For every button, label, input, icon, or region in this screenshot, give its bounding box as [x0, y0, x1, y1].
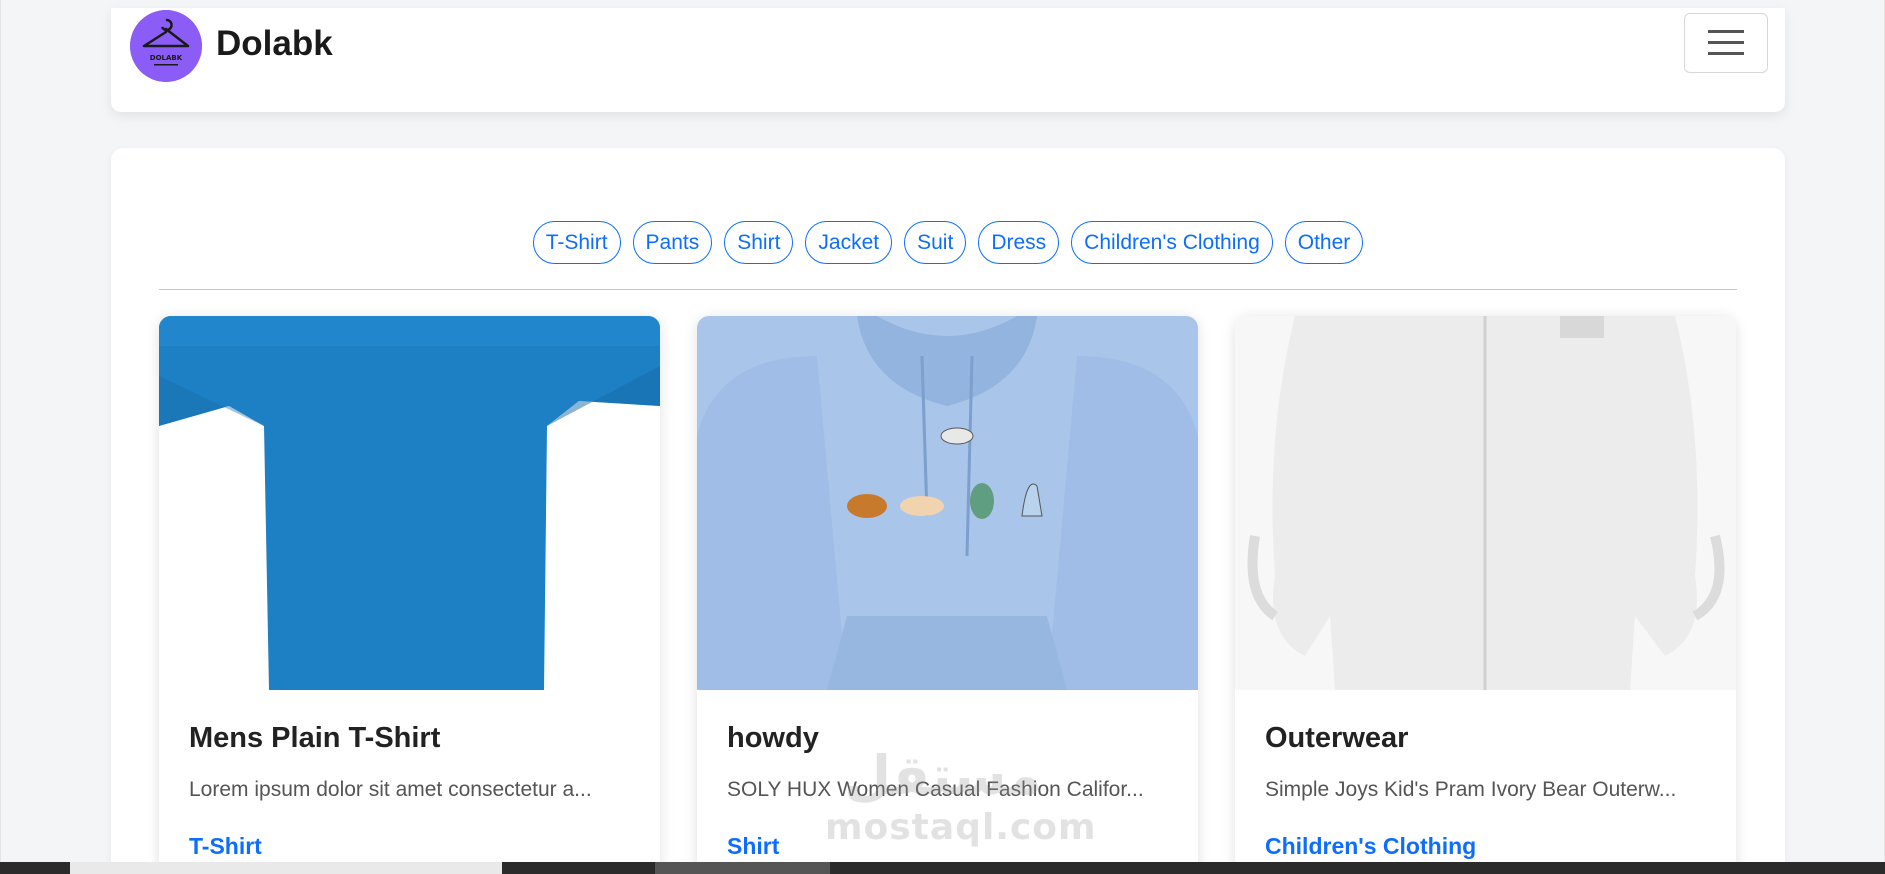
filter-suit[interactable]: Suit: [904, 221, 967, 264]
filter-tshirt[interactable]: T-Shirt: [532, 221, 621, 264]
filter-other[interactable]: Other: [1284, 221, 1364, 264]
product-title[interactable]: Mens Plain T-Shirt: [189, 722, 440, 755]
brand-name[interactable]: Dolabk: [216, 24, 333, 64]
filter-jacket[interactable]: Jacket: [805, 221, 893, 264]
product-card[interactable]: Mens Plain T-Shirt Lorem ipsum dolor sit…: [159, 316, 660, 874]
product-category-link[interactable]: T-Shirt: [189, 833, 262, 860]
taskbar-segment: [70, 862, 502, 874]
product-image-fleece-suit[interactable]: [1235, 316, 1736, 690]
divider: [159, 289, 1737, 290]
product-card[interactable]: Outerwear Simple Joys Kid's Pram Ivory B…: [1235, 316, 1736, 874]
hamburger-menu-button[interactable]: [1684, 13, 1768, 73]
product-category-link[interactable]: Shirt: [727, 833, 779, 860]
logo-text: DOLABK: [150, 54, 183, 62]
product-description: Lorem ipsum dolor sit amet consectetur a…: [189, 778, 592, 801]
product-image-hoodie[interactable]: [697, 316, 1198, 690]
product-description: Simple Joys Kid's Pram Ivory Bear Outerw…: [1265, 778, 1677, 801]
watermark-latin: mostaql.com: [825, 807, 1097, 848]
filter-childrens-clothing[interactable]: Children's Clothing: [1071, 221, 1273, 264]
product-category-link[interactable]: Children's Clothing: [1265, 833, 1476, 860]
hanger-icon: DOLABK: [130, 10, 202, 82]
top-navbar: DOLABK Dolabk: [111, 8, 1785, 112]
filter-pants[interactable]: Pants: [632, 221, 713, 264]
watermark: مستقل mostaql.com: [825, 744, 1097, 857]
category-filters: T-Shirt Pants Shirt Jacket Suit Dress Ch…: [111, 221, 1785, 264]
taskbar-strip: [0, 862, 1885, 874]
watermark-arabic: مستقل: [844, 744, 1042, 807]
product-image-blue-tshirt[interactable]: [159, 316, 660, 690]
filter-shirt[interactable]: Shirt: [724, 221, 794, 264]
product-title[interactable]: howdy: [727, 722, 819, 755]
hamburger-icon: [1708, 30, 1744, 55]
product-title[interactable]: Outerwear: [1265, 722, 1408, 755]
filter-dress[interactable]: Dress: [978, 221, 1060, 264]
brand-logo[interactable]: DOLABK: [130, 10, 202, 82]
taskbar-segment: [655, 862, 830, 874]
